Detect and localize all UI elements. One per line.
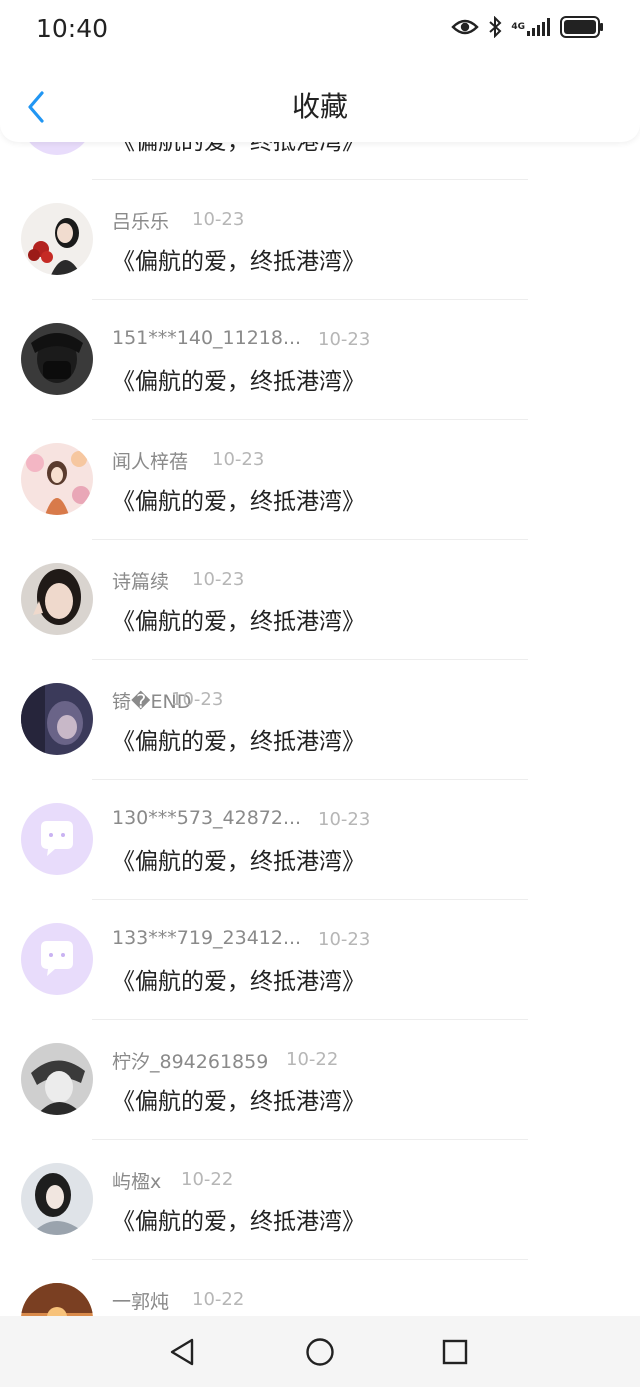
item-user-name: 130***573_42872... — [112, 807, 302, 829]
back-button[interactable] — [18, 87, 54, 127]
avatar[interactable] — [21, 323, 93, 395]
home-circle-icon — [306, 1338, 334, 1366]
signal-icon: 4G — [511, 18, 551, 36]
item-user-name: 133***719_23412... — [112, 927, 302, 949]
item-title: 《偏航的爱，终抵港湾》 — [112, 249, 365, 275]
item-title: 《偏航的爱，终抵港湾》 — [112, 1089, 365, 1115]
list-item[interactable]: 锜�END 10-23 《偏航的爱，终抵港湾》 — [0, 660, 640, 780]
battery-icon — [560, 16, 604, 38]
nav-home-button[interactable] — [302, 1334, 338, 1370]
item-title: 《偏航的爱，终抵港湾》 — [112, 489, 365, 515]
list-item[interactable]: 柠汐_894261859 10-22 《偏航的爱，终抵港湾》 — [0, 1020, 640, 1140]
recents-square-icon — [442, 1339, 468, 1365]
item-date: 10-23 — [318, 809, 371, 830]
item-date: 10-23 — [212, 449, 265, 470]
avatar[interactable] — [21, 563, 93, 635]
item-date: 10-22 — [181, 1169, 234, 1190]
avatar[interactable] — [21, 443, 93, 515]
list-item[interactable]: 闻人梓蓓 10-23 《偏航的爱，终抵港湾》 — [0, 420, 640, 540]
avatar-default[interactable] — [21, 803, 93, 875]
item-date: 10-23 — [318, 929, 371, 950]
item-user-name: 诗篇续 — [112, 571, 170, 593]
avatar-default[interactable] — [21, 923, 93, 995]
list-item[interactable]: 130***573_42872... 10-23 《偏航的爱，终抵港湾》 — [0, 780, 640, 900]
list-item[interactable]: 151***140_11218... 10-23 《偏航的爱，终抵港湾》 — [0, 300, 640, 420]
item-user-name: 吕乐乐 — [112, 211, 170, 233]
item-date: 10-23 — [192, 569, 245, 590]
list-item[interactable]: 屿楹x 10-22 《偏航的爱，终抵港湾》 — [0, 1140, 640, 1260]
nav-recents-button[interactable] — [437, 1334, 473, 1370]
avatar[interactable] — [21, 1043, 93, 1115]
status-icons: 4G — [451, 16, 604, 38]
list-item[interactable]: 吕乐乐 10-23 《偏航的爱，终抵港湾》 — [0, 180, 640, 300]
avatar[interactable] — [21, 1163, 93, 1235]
item-date: 10-23 — [318, 329, 371, 350]
item-user-name: 一郭炖 — [112, 1291, 170, 1313]
back-triangle-icon — [170, 1338, 194, 1366]
page-title: 收藏 — [291, 90, 348, 123]
favorites-list: 《偏航的爱，终抵港湾》 吕乐乐 10-23 《偏航的爱，终抵港湾》 151***… — [0, 60, 640, 1380]
list-item[interactable]: 133***719_23412... 10-23 《偏航的爱，终抵港湾》 — [0, 900, 640, 1020]
item-user-name: 闻人梓蓓 — [112, 451, 189, 473]
eye-icon — [451, 17, 480, 37]
system-nav-bar — [0, 1316, 640, 1387]
status-time: 10:40 — [36, 14, 109, 43]
item-date: 10-23 — [192, 209, 245, 230]
item-title: 《偏航的爱，终抵港湾》 — [112, 849, 365, 875]
item-user-name: 柠汐_894261859 — [112, 1051, 269, 1073]
bluetooth-icon — [488, 16, 502, 38]
item-title: 《偏航的爱，终抵港湾》 — [112, 729, 365, 755]
avatar[interactable] — [21, 203, 93, 275]
item-user-name: 屿楹x — [112, 1171, 162, 1193]
app-header: 10:40 4G 收藏 — [0, 0, 640, 142]
avatar[interactable] — [21, 683, 93, 755]
item-title: 《偏航的爱，终抵港湾》 — [112, 1209, 365, 1235]
item-title: 《偏航的爱，终抵港湾》 — [112, 609, 365, 635]
chevron-left-icon — [28, 91, 44, 123]
item-date: 10-22 — [192, 1289, 245, 1310]
list-item[interactable]: 诗篇续 10-23 《偏航的爱，终抵港湾》 — [0, 540, 640, 660]
item-date: 10-23 — [171, 689, 224, 710]
nav-back-button[interactable] — [164, 1334, 200, 1370]
item-date: 10-22 — [286, 1049, 339, 1070]
item-title: 《偏航的爱，终抵港湾》 — [112, 369, 365, 395]
item-title: 《偏航的爱，终抵港湾》 — [112, 969, 365, 995]
item-user-name: 151***140_11218... — [112, 327, 302, 349]
